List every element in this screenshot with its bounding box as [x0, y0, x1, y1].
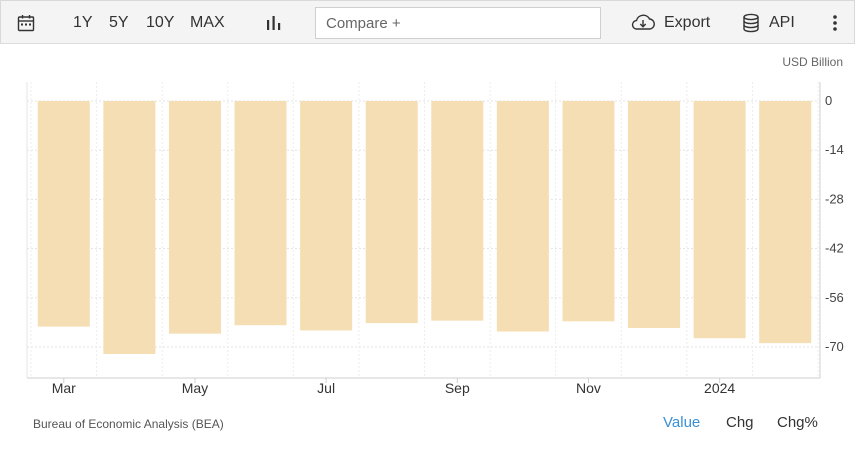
- chgpct-mode-button[interactable]: Chg%: [777, 414, 818, 431]
- bar-dec[interactable]: [628, 101, 681, 329]
- bar-may[interactable]: [168, 101, 221, 334]
- bar-oct[interactable]: [496, 101, 549, 332]
- x-tick-label: Sep: [445, 380, 470, 396]
- bar-chart: 0 -14 -28 -42 -56 -70 Mar May Jul Sep Nov 2024: [26, 82, 844, 396]
- x-tick-label: Jul: [317, 380, 335, 396]
- y-tick-label: -28: [825, 191, 844, 206]
- bar-feb[interactable]: [759, 101, 812, 344]
- y-axis-labels: 0 -14 -28 -42 -56 -70: [825, 93, 844, 354]
- y-tick-label: 0: [825, 93, 832, 108]
- x-tick-label: May: [182, 380, 208, 396]
- x-axis-labels: Mar May Jul Sep Nov 2024: [52, 380, 736, 396]
- x-tick-label: Nov: [576, 380, 601, 396]
- chg-mode-button[interactable]: Chg: [726, 414, 754, 431]
- bar-mar[interactable]: [37, 101, 90, 327]
- y-tick-label: -42: [825, 241, 844, 256]
- source-label: Bureau of Economic Analysis (BEA): [33, 417, 224, 431]
- bar-aug[interactable]: [365, 101, 418, 324]
- bar-2024[interactable]: [693, 101, 746, 339]
- bar-nov[interactable]: [562, 101, 615, 322]
- x-tick-label: 2024: [704, 380, 735, 396]
- y-tick-label: -14: [825, 142, 844, 157]
- x-tick-label: Mar: [52, 380, 76, 396]
- bar-jun[interactable]: [234, 101, 287, 326]
- bar-jul[interactable]: [300, 101, 353, 331]
- y-tick-label: -70: [825, 339, 844, 354]
- y-tick-label: -56: [825, 290, 844, 305]
- bar-sep[interactable]: [431, 101, 484, 321]
- bar-apr[interactable]: [103, 101, 156, 355]
- value-mode-button[interactable]: Value: [663, 414, 700, 431]
